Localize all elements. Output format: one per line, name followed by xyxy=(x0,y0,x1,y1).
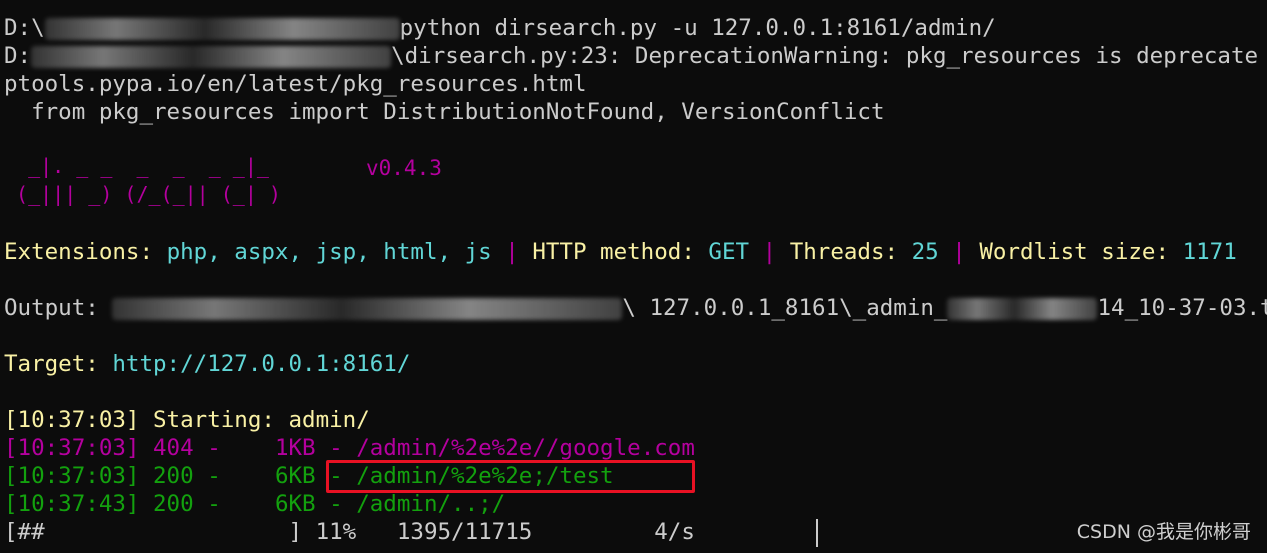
terminal-window[interactable]: D:\ python dirsearch.py -u 127.0.0.1:8161… xyxy=(0,0,1267,553)
warning-line-1: D: \dirsearch.py:23: DeprecationWarning: … xyxy=(4,43,1259,69)
text-cursor xyxy=(816,519,818,547)
config-line: Extensions: php, aspx, jsp, html, js | H… xyxy=(4,238,1237,266)
highlight-box xyxy=(326,460,695,493)
redacted-path xyxy=(112,297,623,320)
prompt-start: D:\ xyxy=(4,15,45,41)
dirsearch-logo-line-1: _|. _ _ _ _ _ _|_ xyxy=(4,154,269,178)
progress-line: [## ] 11% 1395/11715 4/s xyxy=(4,518,695,546)
output-path-visible: \ 127.0.0.1_8161\_admin_ xyxy=(622,295,948,321)
output-line: Output: \ 127.0.0.1_8161\_admin_ 14_10-37… xyxy=(4,294,1267,322)
csdn-watermark: CSDN @我是你彬哥 xyxy=(1076,521,1251,543)
progress-percent: 11% xyxy=(315,519,357,545)
redacted-path xyxy=(31,45,392,68)
dirsearch-logo-line-2: (_||| _) (/_(_|| (_| ) xyxy=(4,182,281,206)
http-method-value: GET xyxy=(708,239,750,265)
progress-bar-end: ] xyxy=(288,519,303,545)
starting-line: [10:37:03] Starting: admin/ xyxy=(4,407,370,433)
output-label: Output: xyxy=(4,295,99,321)
wordlist-value: 1171 xyxy=(1182,239,1237,265)
version-label: v0.4.3 xyxy=(366,156,442,180)
separator: | xyxy=(938,239,980,265)
http-method-label: HTTP method: xyxy=(532,239,695,265)
redacted-path xyxy=(947,297,1098,320)
threads-label: Threads: xyxy=(789,239,899,265)
extensions-label: Extensions: xyxy=(4,239,154,265)
warning-line-3: from pkg_resources import DistributionNo… xyxy=(4,99,885,125)
wordlist-label: Wordlist size: xyxy=(979,239,1170,265)
output-path-end: 14_10-37-03.txt xyxy=(1097,295,1267,321)
target-label: Target: xyxy=(4,351,99,377)
redacted-path xyxy=(44,17,400,40)
command-text: python dirsearch.py -u 127.0.0.1:8161/ad… xyxy=(399,15,996,41)
extensions-value: php, aspx, jsp, html, js xyxy=(166,239,492,265)
target-line: Target: http://127.0.0.1:8161/ xyxy=(4,350,410,378)
separator: | xyxy=(491,239,533,265)
result-row: [10:37:43] 200 - 6KB - /admin/..;/ xyxy=(4,491,506,517)
separator: | xyxy=(749,239,790,265)
warning-line-2: ptools.pypa.io/en/latest/pkg_resources.h… xyxy=(4,71,587,97)
result-row: [10:37:03] 404 - 1KB - /admin/%2e%2e//go… xyxy=(4,435,695,461)
target-url: http://127.0.0.1:8161/ xyxy=(112,351,411,377)
progress-bar: [## xyxy=(4,519,45,545)
progress-count: 1395/11715 xyxy=(396,519,533,545)
progress-rate: 4/s xyxy=(654,519,695,545)
command-line: D:\ python dirsearch.py -u 127.0.0.1:8161… xyxy=(4,14,996,42)
threads-value: 25 xyxy=(911,239,939,265)
